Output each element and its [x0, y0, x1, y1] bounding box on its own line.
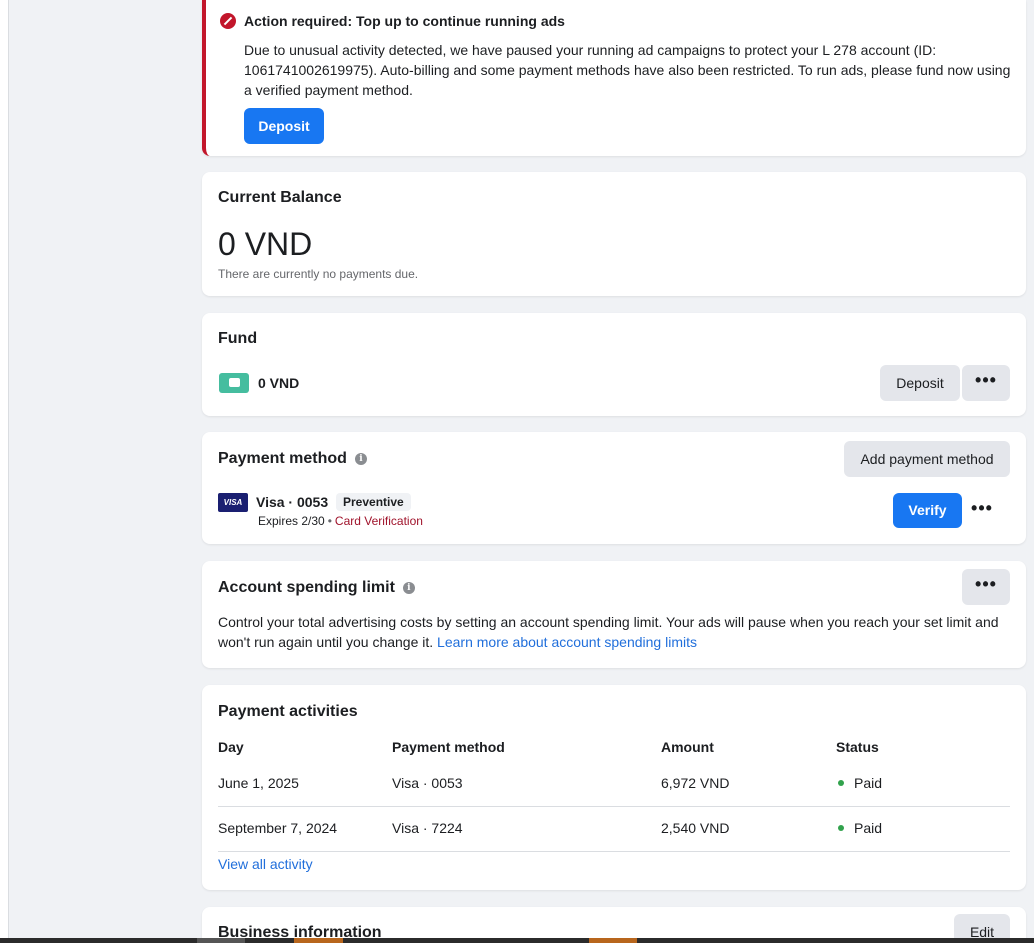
fund-more-options-button[interactable]: •••: [962, 365, 1010, 401]
card-verification-status: Card Verification: [334, 514, 423, 528]
info-icon[interactable]: i: [402, 581, 415, 594]
card-name: Visa · 0053: [256, 494, 329, 510]
left-navigation-pane: [0, 0, 202, 943]
row-day: September 7, 2024: [218, 820, 338, 836]
row-status: Paid: [836, 820, 882, 836]
row-amount: 6,972 VND: [661, 775, 730, 791]
row-payment-method: Visa · 0053: [392, 775, 463, 791]
current-balance-card: Current Balance 0 VND There are currentl…: [202, 172, 1026, 296]
visa-card-icon: VISA: [218, 493, 248, 512]
card-expiry: Expires 2/30 • Card Verification: [258, 514, 423, 528]
action-required-alert: Action required: Top up to continue runn…: [202, 0, 1026, 156]
wallet-icon: [219, 373, 249, 393]
row-amount: 2,540 VND: [661, 820, 730, 836]
taskbar: [0, 938, 1034, 943]
column-header-status: Status: [836, 739, 879, 755]
spending-limit-title: Account spending limit i: [218, 579, 415, 597]
alert-message: Due to unusual activity detected, we hav…: [244, 42, 1011, 98]
alert-deposit-button[interactable]: Deposit: [244, 108, 324, 144]
fund-title: Fund: [218, 330, 258, 347]
taskbar-app[interactable]: [294, 938, 343, 943]
verify-button[interactable]: Verify: [893, 493, 962, 528]
view-all-activity-link[interactable]: View all activity: [218, 856, 313, 872]
expiry-separator: •: [327, 514, 332, 528]
status-dot-icon: [838, 780, 844, 787]
fund-deposit-button[interactable]: Deposit: [880, 365, 960, 401]
payment-activities-title: Payment activities: [218, 703, 358, 720]
spending-limit-more-options-button[interactable]: •••: [962, 569, 1010, 605]
row-status-text: Paid: [854, 820, 883, 836]
status-dot-icon: [838, 825, 844, 832]
payment-activities-card: Payment activities Day Payment method Am…: [202, 685, 1026, 890]
balance-title: Current Balance: [218, 189, 342, 206]
expiry-text: Expires 2/30: [258, 514, 325, 528]
learn-more-link[interactable]: Learn more about account spending limits: [437, 634, 697, 650]
account-spending-limit-card: Account spending limit i ••• Control your…: [202, 561, 1026, 668]
row-day: June 1, 2025: [218, 775, 299, 791]
row-payment-method: Visa · 7224: [392, 820, 463, 836]
row-status-text: Paid: [854, 775, 883, 791]
fund-card: Fund 0 VND Deposit •••: [202, 313, 1026, 416]
fund-amount: 0 VND: [258, 375, 300, 391]
balance-note: There are currently no payments due.: [218, 267, 419, 281]
taskbar-app[interactable]: [589, 938, 637, 943]
status-badge: Preventive: [336, 493, 411, 511]
column-header-amount: Amount: [661, 739, 714, 755]
column-header-payment-method: Payment method: [392, 739, 505, 755]
spending-limit-description: Control your total advertising costs by …: [218, 612, 1014, 652]
column-header-day: Day: [218, 739, 244, 755]
error-icon: [220, 13, 236, 29]
spending-limit-title-text: Account spending limit: [218, 579, 395, 596]
payment-more-options-button[interactable]: •••: [964, 493, 1000, 529]
info-icon[interactable]: i: [354, 452, 367, 465]
payment-method-card: Payment method i Add payment method VISA …: [202, 432, 1026, 544]
balance-amount: 0 VND: [218, 226, 313, 262]
payment-method-title: Payment method i: [218, 450, 367, 468]
taskbar-app[interactable]: [197, 938, 245, 943]
table-row: June 1, 2025 Visa · 0053 6,972 VND Paid: [218, 762, 1010, 807]
row-status: Paid: [836, 775, 882, 791]
add-payment-method-button[interactable]: Add payment method: [844, 441, 1010, 477]
payment-method-title-text: Payment method: [218, 450, 347, 467]
alert-title: Action required: Top up to continue runn…: [244, 13, 565, 29]
table-row: September 7, 2024 Visa · 7224 2,540 VND …: [218, 807, 1010, 852]
